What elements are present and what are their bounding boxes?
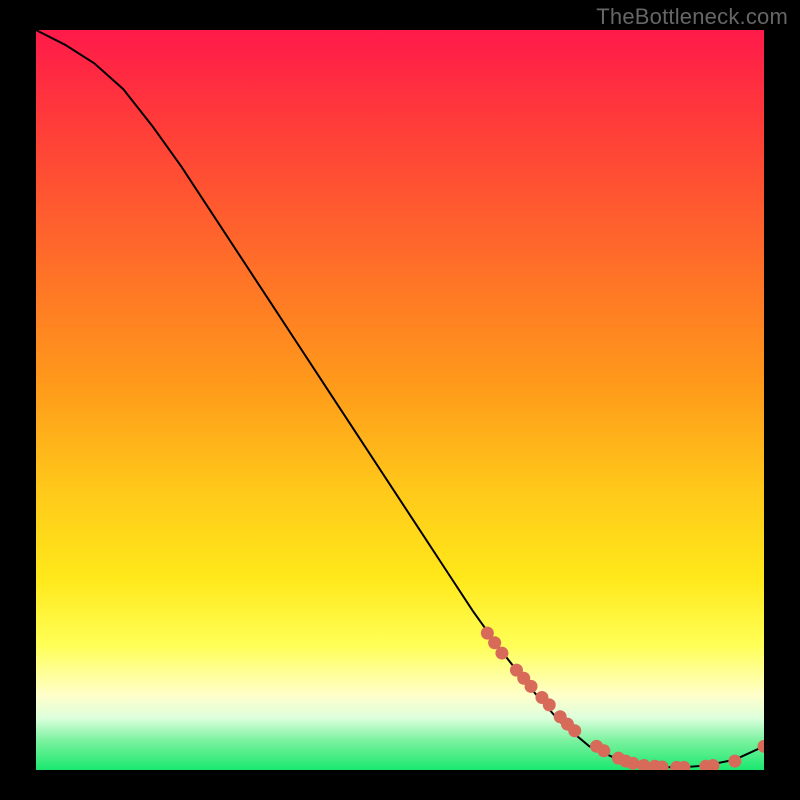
curve-dot bbox=[525, 680, 538, 693]
chart-svg bbox=[36, 30, 764, 770]
curve-dot bbox=[728, 755, 741, 768]
gradient-bg bbox=[36, 30, 764, 770]
plot-area bbox=[36, 30, 764, 770]
curve-dot bbox=[626, 757, 639, 770]
watermark-text: TheBottleneck.com bbox=[596, 4, 788, 30]
curve-dot bbox=[495, 647, 508, 660]
chart-frame: TheBottleneck.com bbox=[0, 0, 800, 800]
curve-dot bbox=[543, 698, 556, 711]
curve-dot bbox=[568, 724, 581, 737]
curve-dot bbox=[597, 744, 610, 757]
